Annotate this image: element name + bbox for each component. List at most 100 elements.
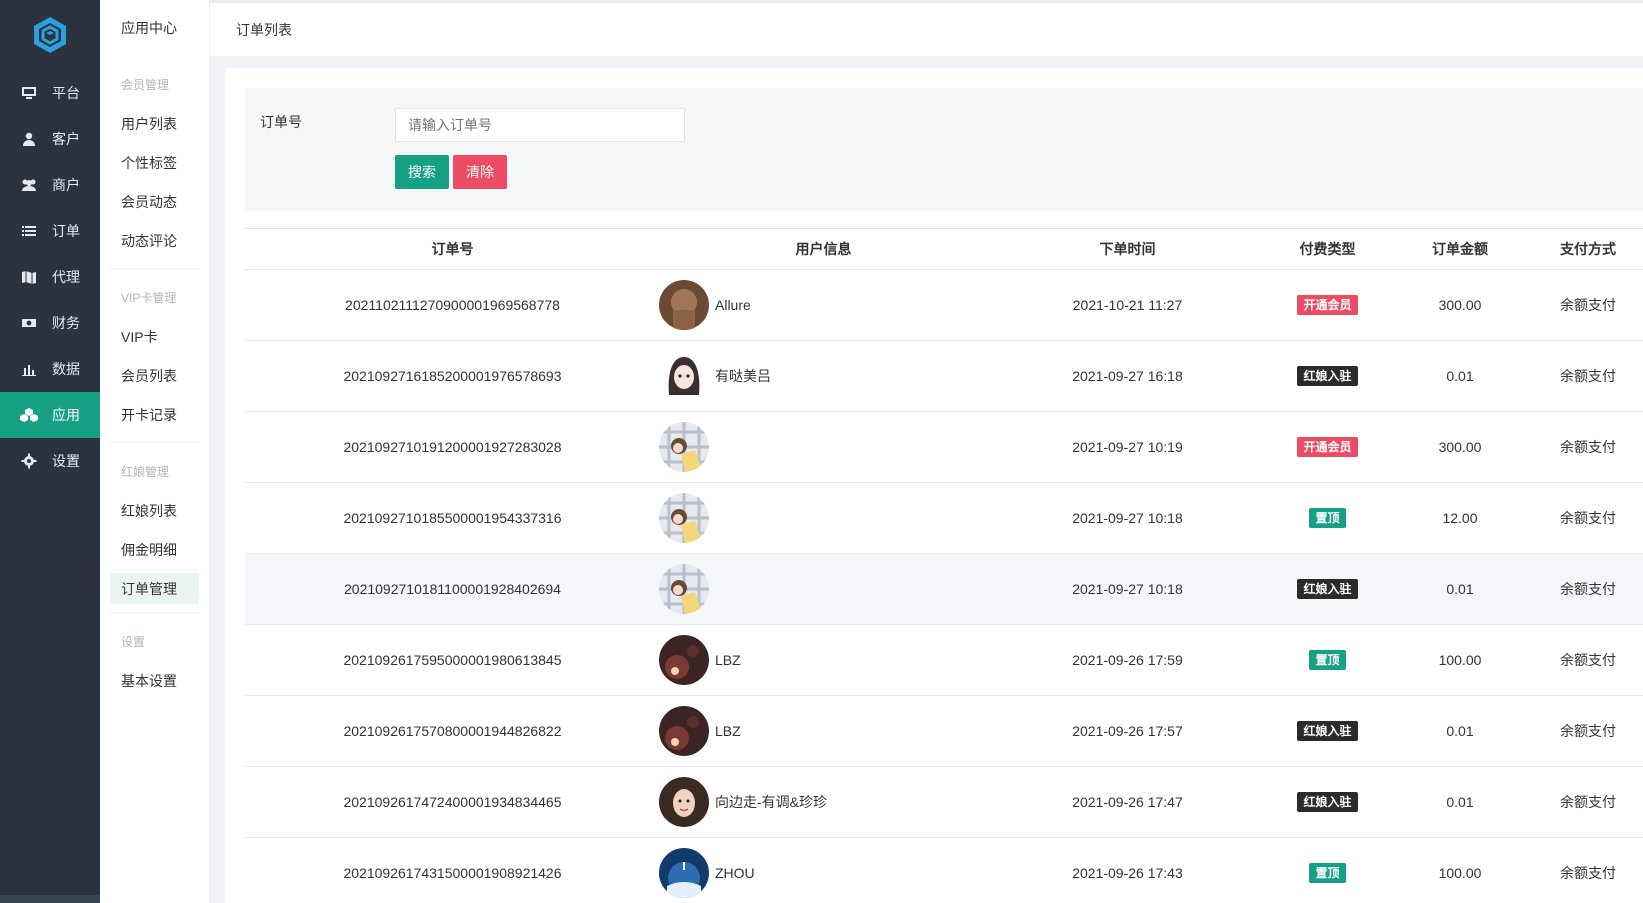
nav-item-4[interactable]: 代理 [0, 254, 100, 300]
sidebar-item[interactable]: VIP卡 [100, 317, 209, 356]
order-number-cell: 2021092617570800001944826822 [343, 723, 562, 739]
nav-item-0[interactable]: 平台 [0, 70, 100, 116]
pay-type-cell: 开通会员 [1268, 295, 1387, 315]
search-button[interactable]: 搜索 [395, 155, 449, 189]
amount-cell: 0.01 [1446, 723, 1474, 739]
pay-type-badge: 开通会员 [1297, 295, 1358, 315]
sub-sidebar: 应用中心 会员管理 用户列表 个性标签 会员动态 动态评论 VIP卡管理 VIP卡 会员列表开… [100, 0, 210, 903]
table-row[interactable]: 2021092617570800001944826822 LBZ 2021-09-2… [245, 696, 1643, 767]
nav-item-label: 客户 [52, 131, 80, 147]
order-number-input[interactable] [395, 108, 685, 142]
user-name: Allure [715, 297, 751, 313]
users-icon [20, 176, 38, 194]
nav-item-label: 订单 [52, 223, 80, 239]
pay-method-cell: 余额支付 [1560, 368, 1616, 384]
user-name: ZHOU [715, 865, 755, 881]
user-name: 有哒美吕 [715, 368, 771, 384]
user-name: 向边走-有调&珍珍 [715, 794, 827, 810]
order-time-cell: 2021-09-26 17:59 [1072, 652, 1183, 668]
header-order-number: 订单号 [431, 241, 474, 257]
order-number-cell: 2021092617431500001908921426 [343, 865, 562, 881]
user-info-cell [659, 493, 987, 543]
user-icon [20, 130, 38, 148]
gear-icon [20, 452, 38, 470]
nav-item-6[interactable]: 数据 [0, 346, 100, 392]
amount-cell: 300.00 [1438, 439, 1482, 455]
nav-item-7[interactable]: 应用 [0, 392, 100, 438]
sidebar-item[interactable]: 会员列表 [100, 356, 209, 395]
amount-cell: 0.01 [1446, 794, 1474, 810]
avatar [659, 635, 709, 685]
pay-type-badge: 红娘入驻 [1297, 792, 1358, 812]
table-row[interactable]: 2021102111270900001969568778 Allure 2021-1… [245, 270, 1643, 341]
sidebar-group-label: 红娘管理 [121, 464, 170, 479]
order-number-cell: 2021092710185500001954337316 [343, 510, 562, 526]
order-number-cell: 2021092617595000001980613845 [343, 652, 562, 668]
avatar [659, 706, 709, 756]
sidebar-divider [110, 268, 199, 269]
pay-method-cell: 余额支付 [1560, 865, 1616, 881]
page-scrollbar[interactable] [1639, 0, 1643, 903]
sidebar-item[interactable]: 开卡记录 [100, 395, 209, 434]
pay-type-cell: 置顶 [1268, 508, 1387, 528]
sidebar-divider [110, 612, 199, 613]
user-info-cell [659, 422, 987, 472]
table-row[interactable]: 2021092710191200001927283028 2021-09-27 1… [245, 412, 1643, 483]
pay-type-badge: 红娘入驻 [1297, 579, 1358, 599]
table-row[interactable]: 2021092617431500001908921426 ZHOU 2021-09-… [245, 838, 1643, 903]
table-row[interactable]: 2021092710181100001928402694 2021-09-27 1… [245, 554, 1643, 625]
sidebar-item[interactable]: 动态评论 [100, 221, 209, 260]
user-name: LBZ [715, 652, 741, 668]
pay-method-cell: 余额支付 [1560, 723, 1616, 739]
nav-item-3[interactable]: 订单 [0, 208, 100, 254]
sidebar-item[interactable]: 佣金明细 [100, 530, 209, 569]
amount-cell: 100.00 [1438, 865, 1482, 881]
avatar [659, 422, 709, 472]
sidebar-item[interactable]: 基本设置 [100, 661, 209, 700]
bar-chart-icon [20, 360, 38, 378]
table-row[interactable]: 2021092617472400001934834465 向边走-有调&珍珍 202… [245, 767, 1643, 838]
clear-button[interactable]: 清除 [453, 155, 507, 189]
logo[interactable] [0, 0, 100, 70]
main-nav: 平台客户商户订单代理 财务数据应用设置 [0, 0, 100, 903]
table-header: 订单号 用户信息 下单时间 付费类型 订单金额 支付方式 [245, 228, 1643, 270]
nav-item-label: 设置 [52, 453, 80, 469]
sidebar-item[interactable]: 个性标签 [100, 143, 209, 182]
pay-type-cell: 置顶 [1268, 650, 1387, 670]
sidebar-item[interactable]: 订单管理 [110, 573, 199, 604]
pay-method-cell: 余额支付 [1560, 652, 1616, 668]
nav-item-2[interactable]: 商户 [0, 162, 100, 208]
header-pay-type: 付费类型 [1299, 241, 1356, 257]
avatar [659, 280, 709, 330]
nav-item-1[interactable]: 客户 [0, 116, 100, 162]
nav-item-8[interactable]: 设置 [0, 438, 100, 484]
order-time-cell: 2021-09-26 17:43 [1072, 865, 1183, 881]
avatar [659, 564, 709, 614]
table-row[interactable]: 2021092710185500001954337316 2021-09-27 1… [245, 483, 1643, 554]
order-number-cell: 2021102111270900001969568778 [345, 297, 560, 313]
sidebar-item[interactable]: 会员动态 [100, 182, 209, 221]
pay-type-cell: 置顶 [1268, 863, 1387, 883]
table-row[interactable]: 2021092617595000001980613845 LBZ 2021-09-2… [245, 625, 1643, 696]
table-row[interactable]: 2021092716185200001976578693 有哒美吕 2021-09-… [245, 341, 1643, 412]
header-amount: 订单金额 [1432, 241, 1488, 257]
map-icon [20, 268, 38, 286]
order-time-cell: 2021-09-27 10:18 [1072, 581, 1183, 597]
nav-item-label: 数据 [52, 361, 80, 377]
sidebar-item[interactable]: 用户列表 [100, 104, 209, 143]
nav-item-5[interactable]: 财务 [0, 300, 100, 346]
orders-table: 订单号 用户信息 下单时间 付费类型 订单金额 支付方式 20211021112… [245, 228, 1643, 903]
amount-cell: 0.01 [1446, 368, 1474, 384]
sidebar-group-label: VIP卡管理 [121, 290, 177, 305]
user-info-cell: 向边走-有调&珍珍 [659, 777, 987, 827]
avatar [659, 848, 709, 898]
sidebar-group-label: 设置 [121, 634, 146, 649]
amount-cell: 0.01 [1446, 581, 1474, 597]
pay-type-cell: 红娘入驻 [1268, 792, 1387, 812]
pay-method-cell: 余额支付 [1560, 297, 1616, 313]
pay-type-cell: 开通会员 [1268, 437, 1387, 457]
sidebar-item[interactable]: 红娘列表 [100, 491, 209, 530]
cubes-icon [20, 406, 38, 424]
breadcrumb[interactable]: 订单列表 [210, 20, 292, 40]
app-root: 平台 客户 商户 订单 代理 财务 数据 应用 设置 应用中心 会员管理 用户列表 个性标签 会员动态… [0, 0, 1643, 903]
